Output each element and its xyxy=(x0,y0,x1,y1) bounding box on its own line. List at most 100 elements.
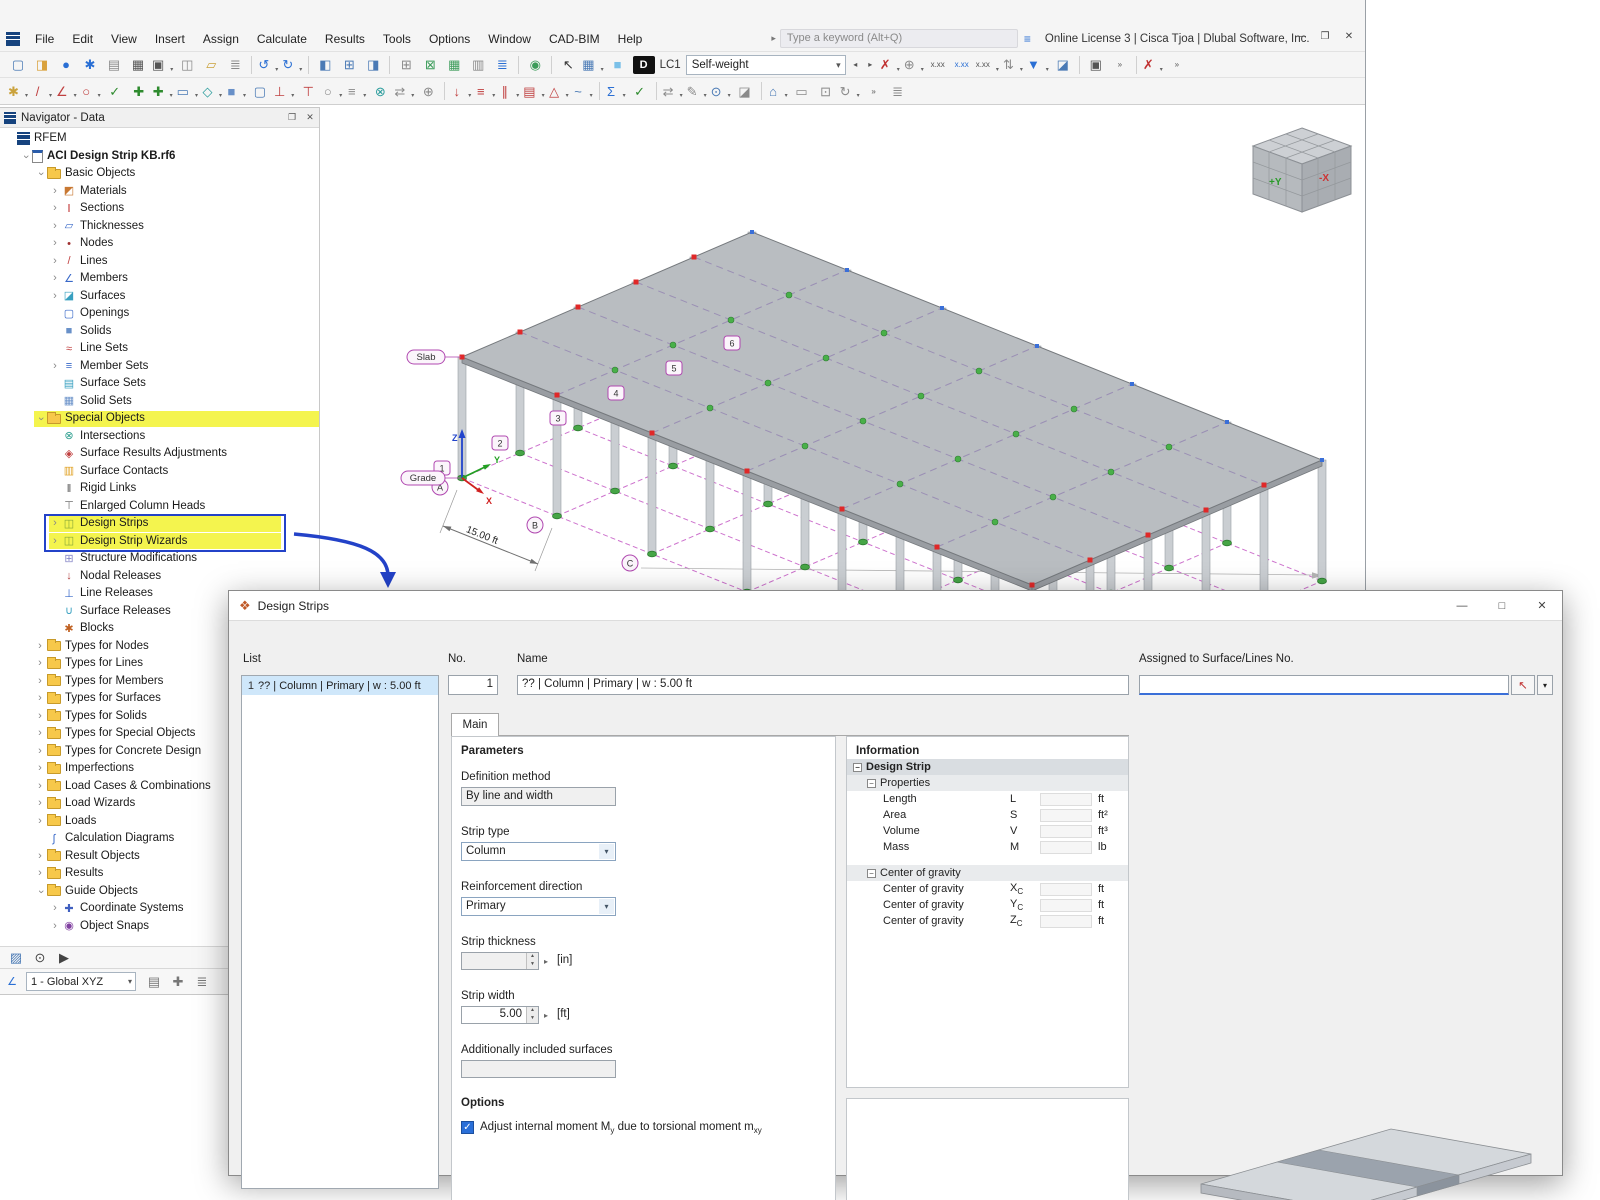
dialog-close-button[interactable]: ✕ xyxy=(1522,591,1562,621)
rotate-view-button[interactable]: ↻ xyxy=(839,80,861,102)
print-preview-button[interactable]: ▤ xyxy=(103,54,125,76)
clipboard-list-button[interactable]: ≣ xyxy=(224,54,246,76)
table-tools-button[interactable]: ⊞ xyxy=(395,54,417,76)
expander-open-icon[interactable]: › xyxy=(16,150,34,162)
clipping-box-button[interactable]: ◪ xyxy=(734,80,756,102)
navigator-float-button[interactable]: ❐ xyxy=(283,110,301,126)
dimension-tool-button[interactable]: ⇄ xyxy=(662,80,684,102)
node-tools-button[interactable]: ✱ xyxy=(7,80,29,102)
expander-closed-icon[interactable]: › xyxy=(49,515,61,533)
expander-closed-icon[interactable]: › xyxy=(49,900,61,918)
window-close-button[interactable]: ✕ xyxy=(1337,26,1361,46)
excel-export-button[interactable]: ▦ xyxy=(443,54,465,76)
line-support-button[interactable]: ⊤ xyxy=(297,80,319,102)
expander-closed-icon[interactable]: › xyxy=(49,918,61,936)
print-graphic-button[interactable]: ▣ xyxy=(1085,54,1107,76)
expander-closed-icon[interactable]: › xyxy=(34,690,46,708)
visibility-eye-button[interactable]: ⊙ xyxy=(29,947,51,969)
previous-load-case-button[interactable]: ◂ xyxy=(848,55,863,75)
expander-closed-icon[interactable]: › xyxy=(34,865,46,883)
save-button[interactable]: ▦ xyxy=(127,54,149,76)
cs-list-button[interactable]: ≣ xyxy=(191,971,213,993)
strip-number-field[interactable]: 1 xyxy=(448,675,498,695)
strip-type-combobox[interactable]: Column ▾ xyxy=(461,842,616,861)
tree-item-enlarged-column-heads[interactable]: ⊤Enlarged Column Heads xyxy=(0,498,319,516)
line-load-button[interactable]: ≡ xyxy=(474,80,496,102)
divide-line-button[interactable]: ⇄ xyxy=(393,80,415,102)
menu-edit[interactable]: Edit xyxy=(63,28,102,50)
comment-tool-button[interactable]: ✎ xyxy=(686,80,708,102)
tree-item-aci-design-strip-kb-rf6[interactable]: ›ACI Design Strip KB.rf6 xyxy=(0,148,319,166)
window-minimize-button[interactable]: — xyxy=(1289,26,1313,46)
menu-file[interactable]: File xyxy=(26,28,63,50)
nodal-support-button[interactable]: ⊥ xyxy=(273,80,295,102)
menu-insert[interactable]: Insert xyxy=(146,28,194,50)
expander-closed-icon[interactable]: › xyxy=(49,235,61,253)
visibility-mode-button[interactable]: ◪ xyxy=(1052,54,1074,76)
tree-item-thicknesses[interactable]: ›▱Thicknesses xyxy=(0,218,319,236)
collapse-icon[interactable] xyxy=(867,869,876,878)
menu-results[interactable]: Results xyxy=(316,28,374,50)
copy-button[interactable]: ◫ xyxy=(176,54,198,76)
pick-objects-button[interactable]: ↖ xyxy=(1511,675,1535,695)
load-case-combobox[interactable]: Self-weight xyxy=(686,55,846,75)
tree-item-surfaces[interactable]: ›◪Surfaces xyxy=(0,288,319,306)
zoom-window-button[interactable]: ▭ xyxy=(791,80,813,102)
export-tables-button[interactable]: ⊠ xyxy=(419,54,441,76)
expander-closed-icon[interactable]: › xyxy=(34,760,46,778)
menu-view[interactable]: View xyxy=(102,28,146,50)
menu-help[interactable]: Help xyxy=(609,28,652,50)
online-services-button[interactable]: ◉ xyxy=(524,54,546,76)
selection-tools-button[interactable]: ▦ xyxy=(581,54,604,76)
navigator-close-button[interactable]: ✕ xyxy=(301,110,319,126)
visibility-tool-button[interactable]: ⊙ xyxy=(710,80,732,102)
navigation-cube[interactable]: +Y -X xyxy=(1253,128,1351,212)
tree-item-solids[interactable]: ■Solids xyxy=(0,323,319,341)
tree-item-rigid-links[interactable]: ‖Rigid Links xyxy=(0,480,319,498)
overflow-end-button[interactable]: » xyxy=(1166,54,1188,76)
cs-edit-button[interactable]: ▤ xyxy=(143,971,165,993)
block-note-button[interactable]: ▱ xyxy=(200,54,222,76)
tree-item-lines[interactable]: ›/Lines xyxy=(0,253,319,271)
pick-dropdown-button[interactable]: ▾ xyxy=(1537,675,1553,695)
load-values-button[interactable]: x.xx xyxy=(927,54,949,76)
generate-combinations-button[interactable]: ⊕ xyxy=(903,54,925,76)
menu-calculate[interactable]: Calculate xyxy=(248,28,316,50)
print-report-button[interactable]: ▥ xyxy=(467,54,489,76)
surface-load-button[interactable]: ▤ xyxy=(522,80,545,102)
tree-item-basic-objects[interactable]: ›Basic Objects xyxy=(0,165,319,183)
expander-closed-icon[interactable]: › xyxy=(34,848,46,866)
panel-toggle-button[interactable]: ◨ xyxy=(362,54,384,76)
expander-closed-icon[interactable]: › xyxy=(49,358,61,376)
tree-item-surface-sets[interactable]: ▤Surface Sets xyxy=(0,375,319,393)
strip-thickness-input[interactable]: ▲▼ xyxy=(461,952,539,970)
adjust-moment-checkbox[interactable]: ✓ xyxy=(461,1121,474,1134)
member-hinge-button[interactable]: ○ xyxy=(321,80,343,102)
tree-item-sections[interactable]: ›ⅠSections xyxy=(0,200,319,218)
model-check-button[interactable]: ✓ xyxy=(104,80,126,102)
select-pointer-button[interactable]: ↖ xyxy=(557,54,579,76)
menu-cad-bim[interactable]: CAD-BIM xyxy=(540,28,609,50)
units-settings-button[interactable]: x.xx xyxy=(975,54,1000,76)
coordinate-system-combobox[interactable]: 1 - Global XYZ xyxy=(26,972,136,991)
list-item-selected[interactable]: 1 ?? | Column | Primary | w : 5.00 ft xyxy=(242,676,438,695)
regenerate-model-button[interactable]: ✚ xyxy=(152,80,174,102)
width-flyout-icon[interactable]: ▸ xyxy=(544,1011,548,1020)
expander-closed-icon[interactable]: › xyxy=(34,708,46,726)
menu-tools[interactable]: Tools xyxy=(374,28,420,50)
undo-button[interactable]: ↺ xyxy=(257,54,279,76)
tree-item-member-sets[interactable]: ›≡Member Sets xyxy=(0,358,319,376)
dialog-minimize-button[interactable]: — xyxy=(1442,591,1482,621)
tree-item-rfem[interactable]: RFEM xyxy=(0,130,319,148)
view-isometric-button[interactable]: ⌂ xyxy=(767,80,789,102)
tab-main[interactable]: Main xyxy=(451,713,499,736)
tree-item-special-objects[interactable]: ›Special Objects xyxy=(0,410,319,428)
delete-results-button[interactable]: ✗ xyxy=(879,54,901,76)
collapse-icon[interactable] xyxy=(867,779,876,788)
result-diagrams-button[interactable]: ⇅ xyxy=(1002,54,1024,76)
member-new-button[interactable]: ▭ xyxy=(176,80,199,102)
window-maximize-button[interactable]: ❐ xyxy=(1313,26,1337,46)
expander-closed-icon[interactable]: › xyxy=(34,655,46,673)
polyline-tools-button[interactable]: ∠ xyxy=(55,80,78,102)
tree-item-line-sets[interactable]: ≈Line Sets xyxy=(0,340,319,358)
